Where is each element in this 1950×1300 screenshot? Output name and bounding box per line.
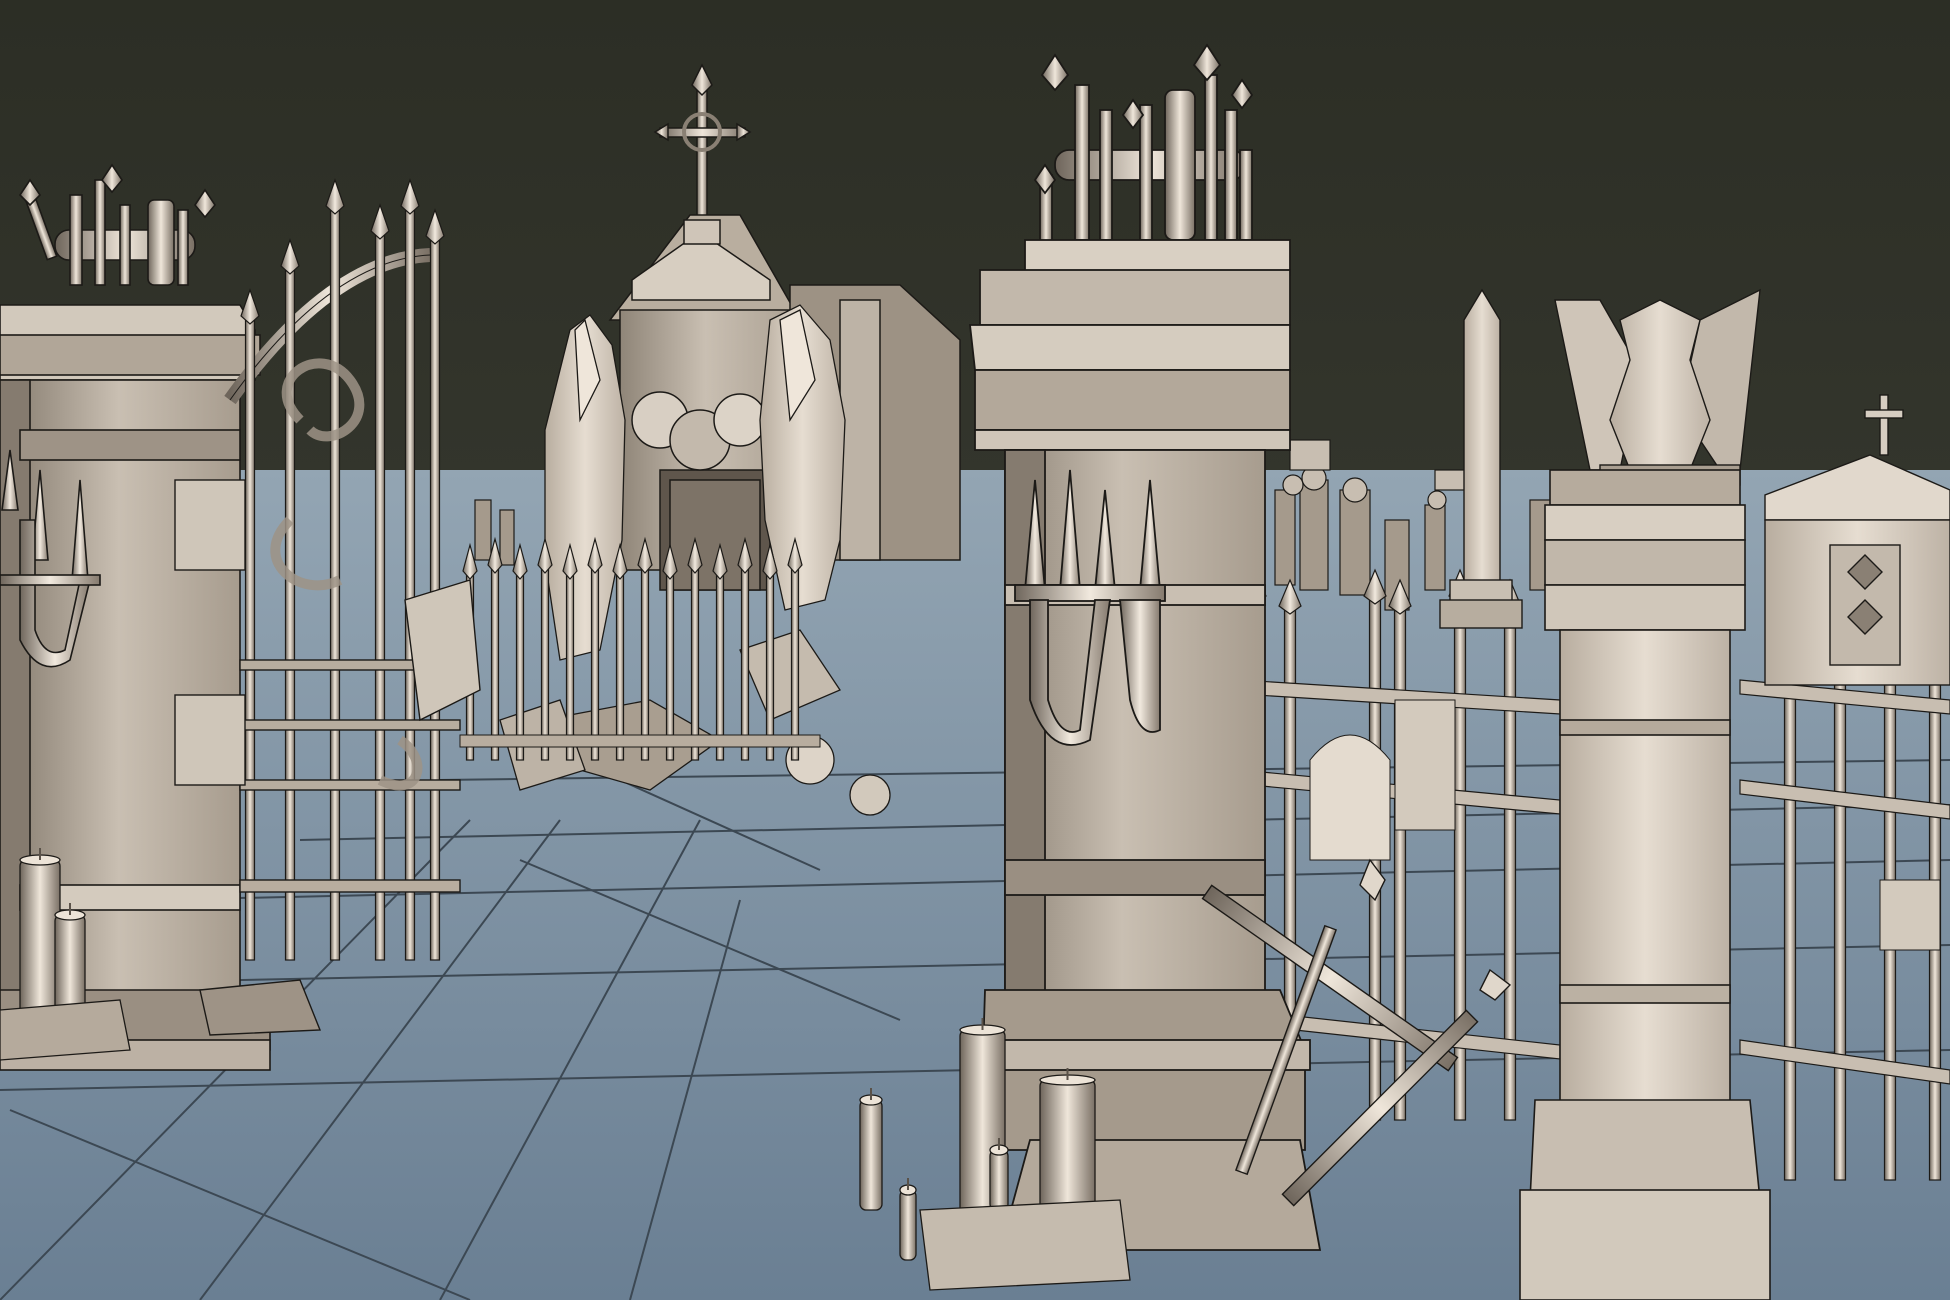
- candle: [899, 1178, 917, 1261]
- candle-base: [919, 1199, 1131, 1291]
- candle: [859, 1088, 883, 1211]
- tombstone: [1309, 734, 1391, 861]
- tombstone: [1879, 879, 1941, 951]
- 3d-viewport[interactable]: [0, 0, 1950, 1300]
- candle-base: [0, 999, 131, 1061]
- candle: [989, 1138, 1009, 1211]
- tombstone: [1394, 699, 1456, 831]
- cemetery-scene: [0, 0, 1950, 1300]
- candle: [19, 848, 61, 1031]
- fence-rail: [459, 734, 821, 748]
